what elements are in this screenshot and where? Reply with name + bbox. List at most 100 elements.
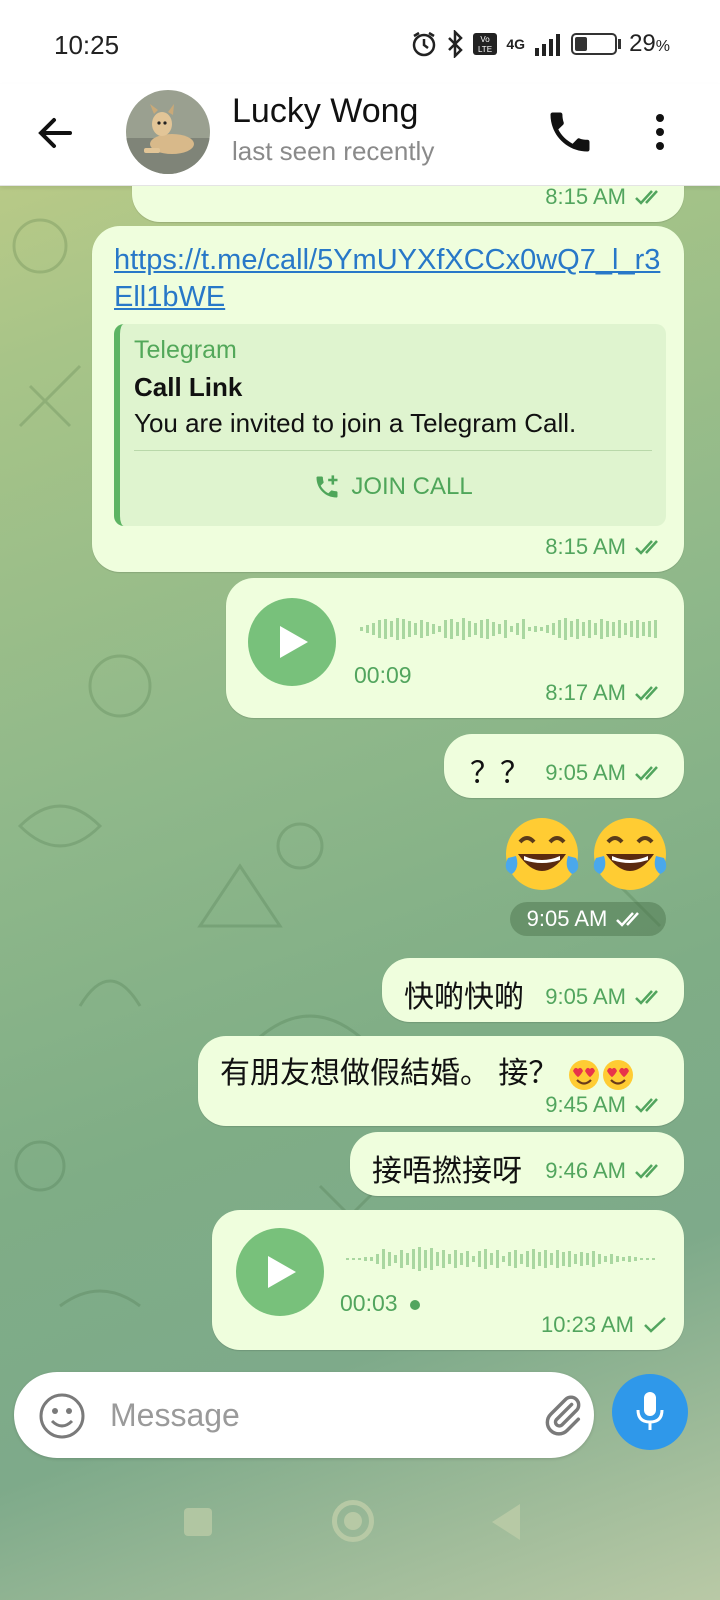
message-bubble[interactable]: ？？ 9:05 AM <box>444 734 684 798</box>
message-meta: 9:05 AM <box>545 984 668 1010</box>
play-voice-button[interactable] <box>236 1228 324 1316</box>
double-check-icon <box>635 540 658 555</box>
home-button[interactable] <box>332 1500 374 1542</box>
paperclip-icon <box>545 1395 581 1436</box>
contact-last-seen: last seen recently <box>232 136 435 166</box>
double-check-icon <box>635 686 658 701</box>
phone-icon <box>550 112 590 152</box>
message-bubble[interactable]: 快啲快啲 9:05 AM <box>382 958 684 1022</box>
play-voice-button[interactable] <box>248 598 336 686</box>
signal-icon <box>535 34 561 56</box>
status-icons: Vo LTE 4G 29% <box>410 30 670 58</box>
message-bubble[interactable]: 接唔撚接呀 9:46 AM <box>350 1132 684 1196</box>
voice-duration: 00:09 <box>354 662 412 688</box>
phone-add-icon <box>316 475 338 498</box>
voice-call-button[interactable] <box>544 106 596 158</box>
link-message-bubble[interactable]: https://t.me/call/5YmUYXfXCCx0wQ7_l_r3El… <box>92 226 684 572</box>
system-navigation-bar <box>0 1480 720 1600</box>
double-check-icon <box>635 190 658 205</box>
message-meta: 10:23 AM <box>541 1312 668 1338</box>
chat-header: Lucky Wong last seen recently <box>0 84 720 186</box>
bluetooth-icon <box>448 30 464 58</box>
voice-record-button[interactable] <box>612 1374 688 1450</box>
voice-waveform <box>360 618 657 640</box>
message-time: 8:15 AM <box>545 534 626 559</box>
voice-duration-text: 00:03 <box>340 1290 398 1316</box>
laughing-crying-emoji-icon <box>505 818 579 890</box>
join-call-button[interactable]: JOIN CALL <box>120 462 666 512</box>
message-list[interactable]: 8:15 AM https://t.me/call/5YmUYXfXCCx0wQ… <box>0 186 720 1366</box>
svg-text:LTE: LTE <box>478 45 492 54</box>
heart-eyes-emoji-icon <box>602 1060 633 1091</box>
link-preview-card[interactable]: Telegram Call Link You are invited to jo… <box>114 324 666 526</box>
message-meta: 9:45 AM <box>545 1092 668 1118</box>
message-time: 8:15 AM <box>545 186 626 209</box>
message-time: 9:46 AM <box>545 1158 626 1183</box>
system-status-bar: 10:25 Vo LTE 4G 29% <box>0 0 720 84</box>
battery-tip <box>618 39 622 49</box>
voice-message-bubble[interactable]: 00:09 8:17 AM <box>226 578 684 718</box>
double-check-icon <box>635 990 658 1005</box>
avatar-dog-photo <box>126 90 210 174</box>
heart-eyes-emoji-icon <box>568 1060 599 1091</box>
single-check-icon <box>644 1317 666 1333</box>
link-preview-site: Telegram <box>134 336 237 364</box>
voice-waveform <box>346 1247 655 1271</box>
message-text: 快啲快啲 <box>404 981 524 1014</box>
message-text: 接唔撚接呀 <box>372 1155 522 1188</box>
emoji-button[interactable] <box>38 1392 86 1440</box>
message-input[interactable] <box>110 1390 490 1440</box>
unplayed-dot <box>409 1299 420 1310</box>
svg-text:Vo: Vo <box>481 35 491 44</box>
volte-icon: VoLTE <box>473 33 498 55</box>
double-check-icon <box>635 1098 658 1113</box>
message-meta: 8:15 AM <box>545 534 668 560</box>
microphone-icon <box>636 1392 664 1430</box>
more-options-button[interactable] <box>640 106 680 158</box>
laughing-crying-emoji-icon <box>593 818 667 890</box>
link-preview-description: You are invited to join a Telegram Call. <box>134 408 577 438</box>
message-meta: 9:05 AM <box>545 760 668 786</box>
message-time: 8:17 AM <box>545 680 626 705</box>
call-link-url[interactable]: https://t.me/call/5YmUYXfXCCx0wQ7_l_r3El… <box>114 242 674 316</box>
emoji-message-time: 9:05 AM <box>510 902 666 936</box>
link-preview-divider <box>134 450 652 451</box>
double-check-icon <box>616 912 640 927</box>
emoji-message[interactable] <box>500 812 672 896</box>
play-icon <box>268 1256 296 1288</box>
attach-button[interactable] <box>540 1392 586 1438</box>
back-nav-button[interactable] <box>492 1504 520 1540</box>
message-text: ？？ <box>470 757 530 790</box>
recent-apps-button[interactable] <box>184 1508 212 1536</box>
battery-percentage: 29% <box>629 30 670 57</box>
play-icon <box>280 626 308 658</box>
battery-icon <box>571 33 618 55</box>
message-time: 9:45 AM <box>545 1092 626 1117</box>
voice-duration: 00:03 <box>340 1290 420 1317</box>
message-time: 9:05 AM <box>545 984 626 1009</box>
message-meta: 8:17 AM <box>545 680 668 706</box>
link-preview-title: Call Link <box>134 372 243 402</box>
double-check-icon <box>635 1164 658 1179</box>
contact-name[interactable]: Lucky Wong <box>232 92 418 131</box>
status-time: 10:25 <box>54 30 120 60</box>
message-meta: 8:15 AM <box>545 186 668 210</box>
smiley-icon <box>39 1393 85 1439</box>
message-time: 9:05 AM <box>545 760 626 785</box>
alarm-icon <box>413 31 436 57</box>
message-time: 9:05 AM <box>526 906 608 931</box>
double-check-icon <box>635 766 658 781</box>
arrow-left-icon <box>38 118 72 148</box>
message-bubble[interactable]: 8:15 AM <box>132 186 684 222</box>
message-time: 10:23 AM <box>541 1312 634 1337</box>
message-text: 有朋友想做假結婚。 接？ <box>220 1048 635 1092</box>
message-text-content: 有朋友想做假結婚。 接？ <box>220 1057 559 1090</box>
message-bubble[interactable]: 有朋友想做假結婚。 接？ 9:45 AM <box>198 1036 684 1126</box>
message-composer <box>14 1372 594 1458</box>
voice-message-bubble[interactable]: 00:03 10:23 AM <box>212 1210 684 1350</box>
join-call-label: JOIN CALL <box>351 473 473 500</box>
back-button[interactable] <box>30 108 80 158</box>
network-type-label: 4G <box>506 36 526 52</box>
more-vertical-icon <box>656 114 664 150</box>
contact-avatar[interactable] <box>126 90 210 174</box>
